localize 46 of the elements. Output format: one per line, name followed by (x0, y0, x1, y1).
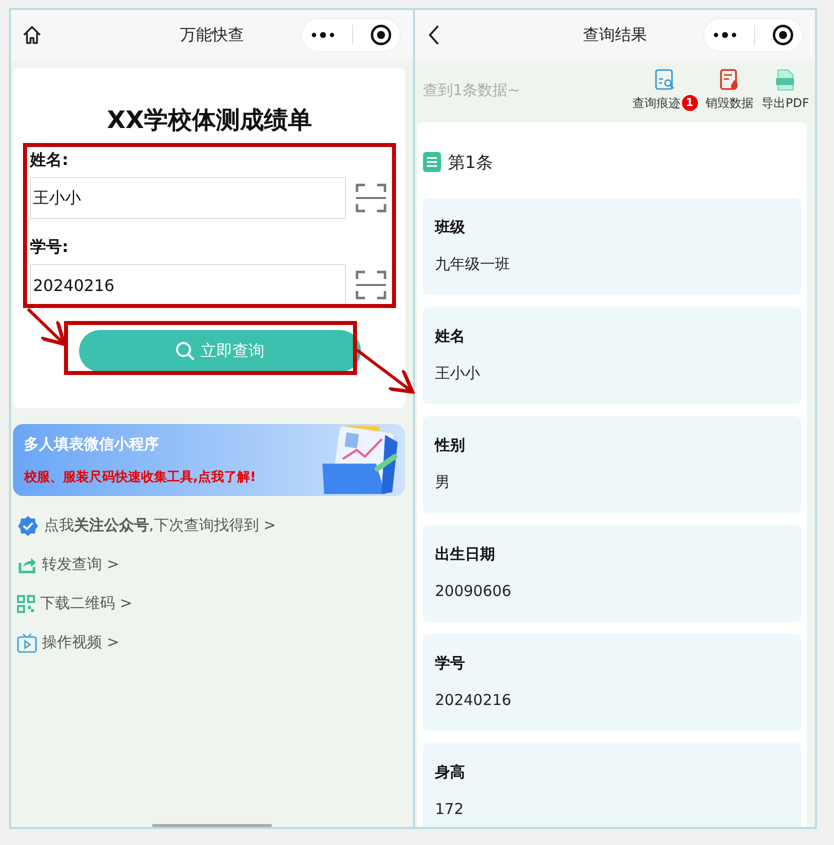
back-icon[interactable] (427, 24, 441, 46)
annotation-arrow (26, 308, 66, 346)
verified-badge-icon (17, 514, 39, 536)
field-value: 20090606 (435, 582, 512, 600)
field-label: 姓名: (30, 150, 70, 171)
count-badge: 1 (682, 95, 698, 111)
tv-play-icon (17, 632, 37, 652)
search-icon (174, 341, 194, 361)
more-icon[interactable] (310, 31, 334, 39)
action-label[interactable]: 销毁数据 (706, 94, 754, 112)
link-text[interactable]: 操作视频 > (42, 633, 120, 652)
field-label: 班级 (435, 218, 466, 237)
form-title: XX学校体测成绩单 (106, 105, 313, 136)
document-search-icon[interactable] (655, 68, 676, 90)
action-label[interactable]: 导出PDF (762, 94, 809, 112)
field-label: 身高 (435, 763, 466, 782)
input-field[interactable]: 王小小 (30, 177, 346, 219)
record-title: 第1条 (448, 152, 493, 174)
banner-subtitle: 校服、服装尺码快速收集工具,点我了解! (24, 468, 256, 486)
field-label: 学号 (435, 654, 466, 673)
qr-code-icon (17, 594, 35, 612)
action-label[interactable]: 查询痕迹 (632, 94, 681, 112)
page-title: 万能快查 (180, 24, 244, 46)
home-icon[interactable] (21, 24, 43, 46)
scan-icon[interactable] (355, 182, 387, 214)
field-label: 出生日期 (435, 545, 496, 564)
annotation-arrow (356, 348, 414, 394)
field-value: 九年级一班 (435, 255, 511, 274)
list-icon (423, 152, 441, 172)
field-value: 20240216 (435, 691, 512, 709)
field-value: 男 (435, 473, 451, 492)
field-value: 王小小 (435, 364, 481, 383)
scan-icon[interactable] (355, 269, 387, 301)
field-label: 姓名 (435, 327, 466, 346)
link-text[interactable]: 下载二维码 > (40, 594, 132, 613)
more-icon[interactable] (712, 31, 736, 39)
input-field[interactable]: 20240216 (30, 264, 346, 306)
field-label: 学号: (30, 237, 70, 258)
link-text[interactable]: 转发查询 > (42, 555, 120, 574)
banner-title: 多人填表微信小程序 (24, 434, 160, 454)
field-value: 172 (435, 800, 465, 818)
document-fire-icon[interactable] (720, 68, 740, 90)
page-title: 查询结果 (583, 24, 647, 46)
field-label: 性别 (435, 436, 466, 455)
link-text[interactable]: 点我关注公众号,下次查询找得到 > (44, 516, 276, 535)
result-count: 查到1条数据~ (423, 80, 520, 100)
